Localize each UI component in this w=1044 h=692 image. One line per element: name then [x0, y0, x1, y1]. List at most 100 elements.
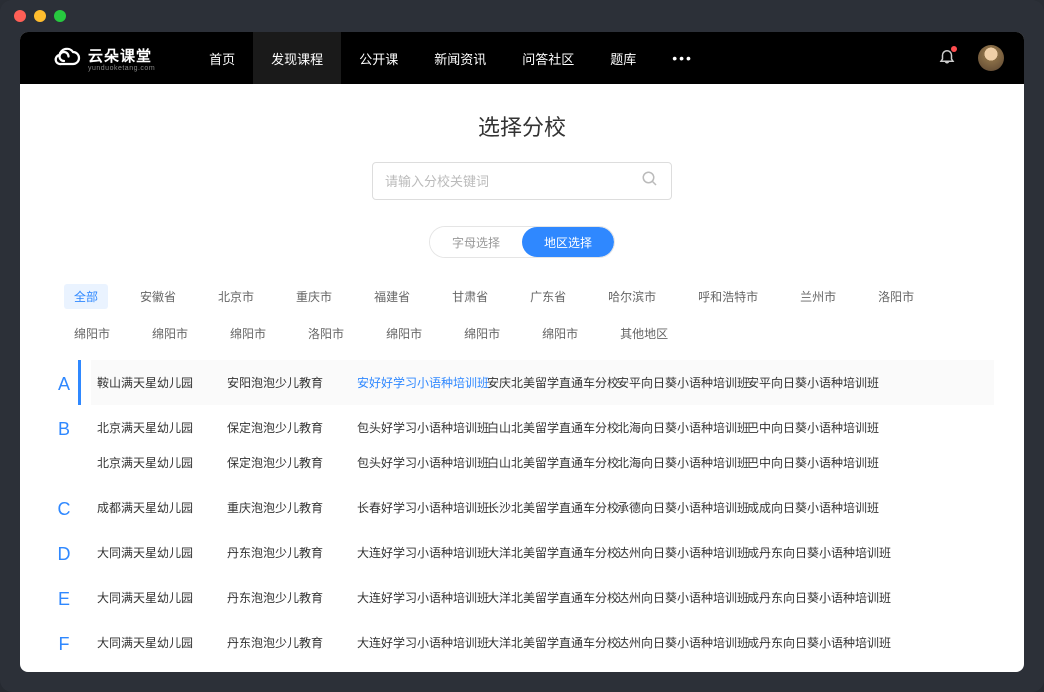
region-tag[interactable]: 绵阳市	[454, 321, 510, 346]
letter-label: D	[50, 530, 78, 575]
letter-section-D: D 大同满天星幼儿园丹东泡泡少儿教育大连好学习小语种培训班大洋北美留学直通车分校达…	[20, 530, 1024, 575]
region-tag[interactable]: 全部	[64, 284, 108, 309]
school-link[interactable]: 丹东泡泡少儿教育	[227, 589, 357, 606]
school-row: 大同满天星幼儿园丹东泡泡少儿教育大连好学习小语种培训班大洋北美留学直通车分校达州…	[97, 544, 988, 561]
school-link[interactable]: 丹东泡泡少儿教育	[227, 544, 357, 561]
window-close-button[interactable]	[14, 10, 26, 22]
school-link[interactable]: 大洋北美留学直通车分校	[487, 589, 617, 606]
letter-label: E	[50, 575, 78, 620]
school-link[interactable]: 安平向日葵小语种培训班	[747, 374, 877, 391]
school-link[interactable]: 北京满天星幼儿园	[97, 419, 227, 436]
region-tag[interactable]: 广东省	[520, 284, 576, 309]
page-title: 选择分校	[20, 110, 1024, 142]
toggle-option-0[interactable]: 字母选择	[430, 227, 522, 257]
nav-item-4[interactable]: 问答社区	[504, 32, 592, 84]
school-link[interactable]: 保定泡泡少儿教育	[227, 419, 357, 436]
letter-body: 北京满天星幼儿园保定泡泡少儿教育包头好学习小语种培训班白山北美留学直通车分校北海…	[91, 405, 994, 485]
letter-body: 大同满天星幼儿园丹东泡泡少儿教育大连好学习小语种培训班大洋北美留学直通车分校达州…	[91, 530, 994, 575]
region-tag[interactable]: 洛阳市	[868, 284, 924, 309]
window-titlebar	[0, 0, 1044, 32]
school-row: 北京满天星幼儿园保定泡泡少儿教育包头好学习小语种培训班白山北美留学直通车分校北海…	[97, 419, 988, 436]
ellipsis-icon: •••	[672, 50, 693, 66]
window-maximize-button[interactable]	[54, 10, 66, 22]
school-link[interactable]: 包头好学习小语种培训班	[357, 454, 487, 471]
school-link[interactable]: 成丹东向日葵小语种培训班	[747, 544, 877, 561]
school-link[interactable]: 丹东泡泡少儿教育	[227, 634, 357, 651]
letter-indicator-bar	[78, 530, 81, 575]
letter-section-A: A鞍山满天星幼儿园安阳泡泡少儿教育安好好学习小语种培训班安庆北美留学直通车分校安…	[20, 360, 1024, 405]
school-link[interactable]: 达州向日葵小语种培训班	[617, 544, 747, 561]
school-link[interactable]: 承德向日葵小语种培训班	[617, 499, 747, 516]
school-link[interactable]: 白山北美留学直通车分校	[487, 419, 617, 436]
letter-label: C	[50, 485, 78, 530]
school-link[interactable]: 安平向日葵小语种培训班	[617, 374, 747, 391]
school-link[interactable]: 大同满天星幼儿园	[97, 589, 227, 606]
region-tag[interactable]: 绵阳市	[220, 321, 276, 346]
school-link[interactable]: 北海向日葵小语种培训班	[617, 419, 747, 436]
school-link[interactable]: 达州向日葵小语种培训班	[617, 634, 747, 651]
school-link[interactable]: 成成向日葵小语种培训班	[747, 499, 877, 516]
region-tag[interactable]: 洛阳市	[298, 321, 354, 346]
school-link[interactable]: 重庆泡泡少儿教育	[227, 499, 357, 516]
region-tag[interactable]: 呼和浩特市	[688, 284, 768, 309]
page-content: 选择分校 字母选择地区选择 全部安徽省北京市重庆市福建省甘肃省广东省哈尔滨市呼和…	[20, 84, 1024, 672]
school-link[interactable]: 巴中向日葵小语种培训班	[747, 419, 877, 436]
school-link[interactable]: 成丹东向日葵小语种培训班	[747, 634, 877, 651]
region-tag[interactable]: 其他地区	[610, 321, 678, 346]
letter-section-F: F大同满天星幼儿园丹东泡泡少儿教育大连好学习小语种培训班大洋北美留学直通车分校达…	[20, 620, 1024, 665]
school-link[interactable]: 安好好学习小语种培训班	[357, 374, 487, 391]
school-link[interactable]: 成丹东向日葵小语种培训班	[747, 589, 877, 606]
school-link[interactable]: 大连好学习小语种培训班	[357, 589, 487, 606]
search-icon[interactable]	[641, 170, 659, 193]
region-tag[interactable]: 甘肃省	[442, 284, 498, 309]
region-tag[interactable]: 安徽省	[130, 284, 186, 309]
school-link[interactable]: 安阳泡泡少儿教育	[227, 374, 357, 391]
region-tag[interactable]: 绵阳市	[142, 321, 198, 346]
school-link[interactable]: 白山北美留学直通车分校	[487, 454, 617, 471]
school-link[interactable]: 成都满天星幼儿园	[97, 499, 227, 516]
toggle-option-1[interactable]: 地区选择	[522, 227, 614, 257]
school-link[interactable]: 长沙北美留学直通车分校	[487, 499, 617, 516]
school-link[interactable]: 大洋北美留学直通车分校	[487, 634, 617, 651]
nav-item-5[interactable]: 题库	[592, 32, 654, 84]
notification-badge	[951, 46, 957, 52]
nav-item-2[interactable]: 公开课	[341, 32, 416, 84]
school-link[interactable]: 大同满天星幼儿园	[97, 634, 227, 651]
brand-logo[interactable]: 云朵课堂 yunduoketang.com	[52, 43, 155, 73]
nav-item-1[interactable]: 发现课程	[253, 32, 341, 84]
school-link[interactable]: 包头好学习小语种培训班	[357, 419, 487, 436]
region-tag[interactable]: 绵阳市	[532, 321, 588, 346]
search-box	[372, 162, 672, 200]
school-link[interactable]: 鞍山满天星幼儿园	[97, 374, 227, 391]
school-link[interactable]: 大洋北美留学直通车分校	[487, 544, 617, 561]
region-tag[interactable]: 绵阳市	[376, 321, 432, 346]
school-link[interactable]: 安庆北美留学直通车分校	[487, 374, 617, 391]
school-link[interactable]: 保定泡泡少儿教育	[227, 454, 357, 471]
nav-more-button[interactable]: •••	[654, 50, 711, 66]
school-link[interactable]: 北京满天星幼儿园	[97, 454, 227, 471]
school-link[interactable]: 巴中向日葵小语种培训班	[747, 454, 877, 471]
school-link[interactable]: 北海向日葵小语种培训班	[617, 454, 747, 471]
region-tag[interactable]: 福建省	[364, 284, 420, 309]
notifications-button[interactable]	[938, 47, 956, 70]
nav-item-3[interactable]: 新闻资讯	[416, 32, 504, 84]
school-link[interactable]: 达州向日葵小语种培训班	[617, 589, 747, 606]
search-input[interactable]	[385, 174, 641, 189]
nav-item-0[interactable]: 首页	[191, 32, 253, 84]
region-tag[interactable]: 北京市	[208, 284, 264, 309]
region-tag[interactable]: 哈尔滨市	[598, 284, 666, 309]
letter-body: 大同满天星幼儿园丹东泡泡少儿教育大连好学习小语种培训班大洋北美留学直通车分校达州…	[91, 575, 994, 620]
main-nav: 首页发现课程公开课新闻资讯问答社区题库	[191, 32, 654, 84]
letter-indicator-bar	[78, 575, 81, 620]
school-link[interactable]: 长春好学习小语种培训班	[357, 499, 487, 516]
window-minimize-button[interactable]	[34, 10, 46, 22]
letter-label: A	[50, 360, 78, 405]
school-link[interactable]: 大同满天星幼儿园	[97, 544, 227, 561]
region-tag[interactable]: 重庆市	[286, 284, 342, 309]
brand-name: 云朵课堂	[88, 45, 155, 66]
region-tag[interactable]: 绵阳市	[64, 321, 120, 346]
school-link[interactable]: 大连好学习小语种培训班	[357, 544, 487, 561]
region-tag[interactable]: 兰州市	[790, 284, 846, 309]
user-avatar[interactable]	[978, 45, 1004, 71]
school-link[interactable]: 大连好学习小语种培训班	[357, 634, 487, 651]
